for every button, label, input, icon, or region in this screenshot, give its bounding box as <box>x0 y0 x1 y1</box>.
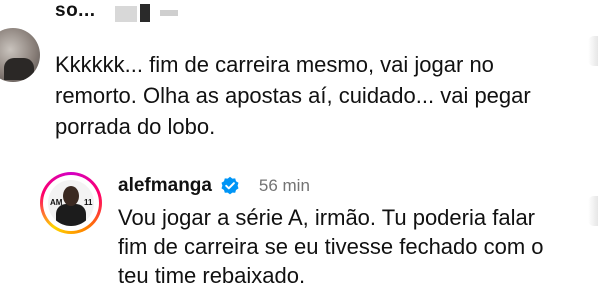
reply-header: alefmanga 56 min <box>118 175 310 199</box>
censor-block <box>115 6 137 22</box>
commenter-username[interactable]: so... <box>55 0 96 22</box>
avatar-shirt <box>56 204 86 226</box>
reply-username[interactable]: alefmanga <box>118 175 212 197</box>
avatar-inner: AM 11 <box>43 175 99 231</box>
reply-avatar[interactable]: AM 11 <box>40 172 102 234</box>
verified-badge-icon <box>221 176 239 195</box>
censor-block <box>140 4 150 22</box>
reply-text: Vou jogar a série A, irmão. Tu poderia f… <box>118 205 544 288</box>
avatar-photo: AM 11 <box>48 180 94 226</box>
avatar-label-left: AM <box>50 198 63 207</box>
avatar-label-right: 11 <box>84 198 93 207</box>
avatar-head <box>63 186 79 206</box>
like-icon[interactable] <box>588 196 598 226</box>
censor-block <box>160 10 178 16</box>
commenter-avatar[interactable] <box>0 28 40 82</box>
comment-text: Kkkkkk... fim de carreira mesmo, vai jog… <box>55 52 531 139</box>
reply-timestamp: 56 min <box>258 176 310 195</box>
like-icon[interactable] <box>588 36 598 66</box>
